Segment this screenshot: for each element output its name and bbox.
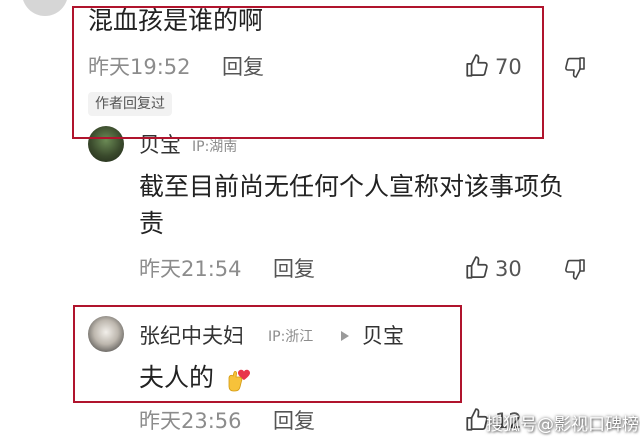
thumbs-up-icon[interactable] xyxy=(464,255,490,281)
comment-1-time: 昨天19:52 xyxy=(88,55,191,79)
comment-3-ip: IP:浙江 xyxy=(268,329,314,345)
heart-hand-emoji xyxy=(224,364,250,392)
comment-2-text-line2: 责 xyxy=(139,209,165,238)
comment-1-reply-button[interactable]: 回复 xyxy=(222,54,264,80)
avatar-zhangjizhong[interactable] xyxy=(88,316,124,352)
comment-1-like-count: 70 xyxy=(495,55,522,79)
play-arrow-icon xyxy=(340,330,350,342)
comment-1-text: 混血孩是谁的啊 xyxy=(88,6,264,35)
comment-2-reply-button[interactable]: 回复 xyxy=(273,256,315,282)
comment-3-time: 昨天23:56 xyxy=(139,409,242,433)
avatar-beibao[interactable] xyxy=(88,126,124,162)
comment-2-ip: IP:湖南 xyxy=(192,139,238,155)
comment-2-time: 昨天21:54 xyxy=(139,257,242,281)
author-replied-tag: 作者回复过 xyxy=(88,92,172,116)
thumbs-down-icon[interactable] xyxy=(563,55,587,79)
thumbs-down-icon[interactable] xyxy=(563,257,587,281)
comment-2-user-name[interactable]: 贝宝 xyxy=(139,132,181,158)
comment-3-user-name[interactable]: 张纪中夫妇 xyxy=(139,323,244,349)
thumbs-up-icon[interactable] xyxy=(464,53,490,79)
avatar-top-partial[interactable] xyxy=(22,0,68,16)
comment-2-text-line1: 截至目前尚无任何个人宣称对该事项负 xyxy=(139,172,565,201)
comment-thread: 混血孩是谁的啊 昨天19:52 回复 70 作者回复过 贝宝 IP:湖南 截至目… xyxy=(0,0,640,443)
comment-3-reply-to[interactable]: 贝宝 xyxy=(362,323,404,349)
comment-3-reply-button[interactable]: 回复 xyxy=(273,408,315,434)
comment-2-like-count: 30 xyxy=(495,257,522,281)
highlight-box-comment-3 xyxy=(73,305,462,403)
watermark: 搜狐号@影视口碑榜 xyxy=(486,415,639,435)
comment-3-text: 夫人的 xyxy=(139,363,215,392)
